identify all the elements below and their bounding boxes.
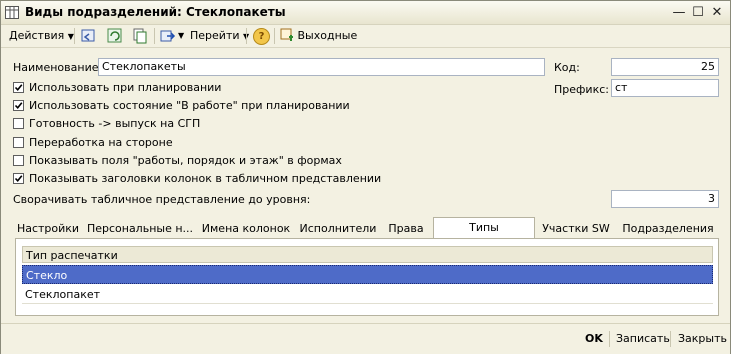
tab-subdivisions[interactable]: Подразделения	[619, 219, 717, 239]
in-work-state-label: Использовать состояние "В работе" при пл…	[29, 99, 350, 112]
show-headers-checkbox[interactable]	[13, 173, 24, 184]
use-planning-label: Использовать при планировании	[29, 81, 222, 94]
tab-panel-print-types: Тип распечатки Стекло Стеклопакет	[15, 238, 719, 316]
footer-separator	[609, 331, 610, 347]
show-fields-label: Показывать поля "работы, порядок и этаж"…	[29, 154, 342, 167]
readiness-checkbox[interactable]	[13, 118, 24, 129]
toolbar-separator	[246, 28, 247, 44]
ok-button[interactable]: OK	[585, 332, 603, 345]
back-to-list-icon[interactable]	[80, 27, 98, 45]
toolbar-separator	[74, 28, 75, 44]
toolbar-separator	[154, 28, 155, 44]
goto-menu[interactable]: Перейти ▼	[190, 28, 249, 44]
help-icon[interactable]: ?	[253, 28, 270, 45]
tab-personal[interactable]: Персональные н...	[85, 219, 195, 239]
refresh-icon[interactable]	[106, 27, 124, 45]
actions-label: Действия	[9, 29, 65, 42]
window-title: Виды подразделений: Стеклопакеты	[25, 5, 286, 19]
copy-document-icon[interactable]	[131, 27, 149, 45]
table-column-header[interactable]: Тип распечатки	[22, 246, 713, 263]
actions-menu[interactable]: Действия ▼	[9, 28, 74, 44]
navigate-icon[interactable]	[159, 27, 177, 45]
tab-print-types[interactable]: Типы распечатки	[433, 217, 535, 253]
close-form-button[interactable]: Закрыть	[678, 332, 727, 345]
prefix-input[interactable]: ст	[611, 79, 719, 97]
prefix-label: Префикс:	[554, 83, 609, 96]
weekends-button[interactable]: Выходные	[280, 28, 357, 44]
table-row[interactable]: Стеклопакет	[22, 285, 713, 304]
tab-rights[interactable]: Права	[383, 219, 429, 239]
readiness-label: Готовность -> выпуск на СГП	[29, 117, 201, 130]
calendar-plus-icon	[280, 28, 293, 41]
use-planning-checkbox[interactable]	[13, 82, 24, 93]
code-label: Код:	[554, 61, 580, 74]
outsourcing-label: Переработка на стороне	[29, 136, 173, 149]
name-label: Наименование:	[13, 61, 103, 74]
tab-settings[interactable]: Настройки	[15, 219, 81, 239]
show-headers-label: Показывать заголовки колонок в табличном…	[29, 172, 382, 185]
tab-executors[interactable]: Исполнители	[297, 219, 379, 239]
weekends-label: Выходные	[297, 29, 358, 42]
tab-sw-areas[interactable]: Участки SW	[537, 219, 615, 239]
collapse-level-input[interactable]: 3	[611, 190, 719, 208]
maximize-button[interactable]: ☐	[690, 5, 706, 20]
table-icon	[5, 6, 19, 19]
tab-strip: Настройки Персональные н... Имена колоно…	[15, 217, 717, 253]
title-bar: Виды подразделений: Стеклопакеты — ☐ ✕	[1, 1, 730, 25]
checkmark-icon	[14, 102, 23, 110]
toolbar-separator	[274, 28, 275, 44]
help-glyph: ?	[258, 31, 265, 42]
minimize-button[interactable]: —	[671, 5, 687, 20]
tab-column-names[interactable]: Имена колонок	[199, 219, 293, 239]
code-input[interactable]: 25	[611, 58, 719, 76]
checkmark-icon	[14, 84, 23, 92]
chevron-down-icon: ▼	[67, 32, 74, 41]
window: Виды подразделений: Стеклопакеты — ☐ ✕ Д…	[0, 0, 731, 354]
goto-label: Перейти	[190, 29, 240, 42]
footer-separator	[670, 331, 671, 347]
footer-bar: OK Записать Закрыть	[1, 323, 730, 354]
checkmark-icon	[14, 175, 23, 183]
outsourcing-checkbox[interactable]	[13, 137, 24, 148]
save-button[interactable]: Записать	[616, 332, 670, 345]
collapse-level-label: Сворачивать табличное представление до у…	[13, 193, 311, 206]
close-button[interactable]: ✕	[709, 5, 725, 20]
chevron-down-icon[interactable]: ▼	[178, 31, 184, 40]
show-fields-checkbox[interactable]	[13, 155, 24, 166]
toolbar: Действия ▼ ▼ Перейти ▼ ?	[1, 25, 730, 48]
in-work-state-checkbox[interactable]	[13, 100, 24, 111]
name-input[interactable]: Стеклопакеты	[98, 58, 545, 76]
table-row[interactable]: Стекло	[22, 265, 713, 284]
